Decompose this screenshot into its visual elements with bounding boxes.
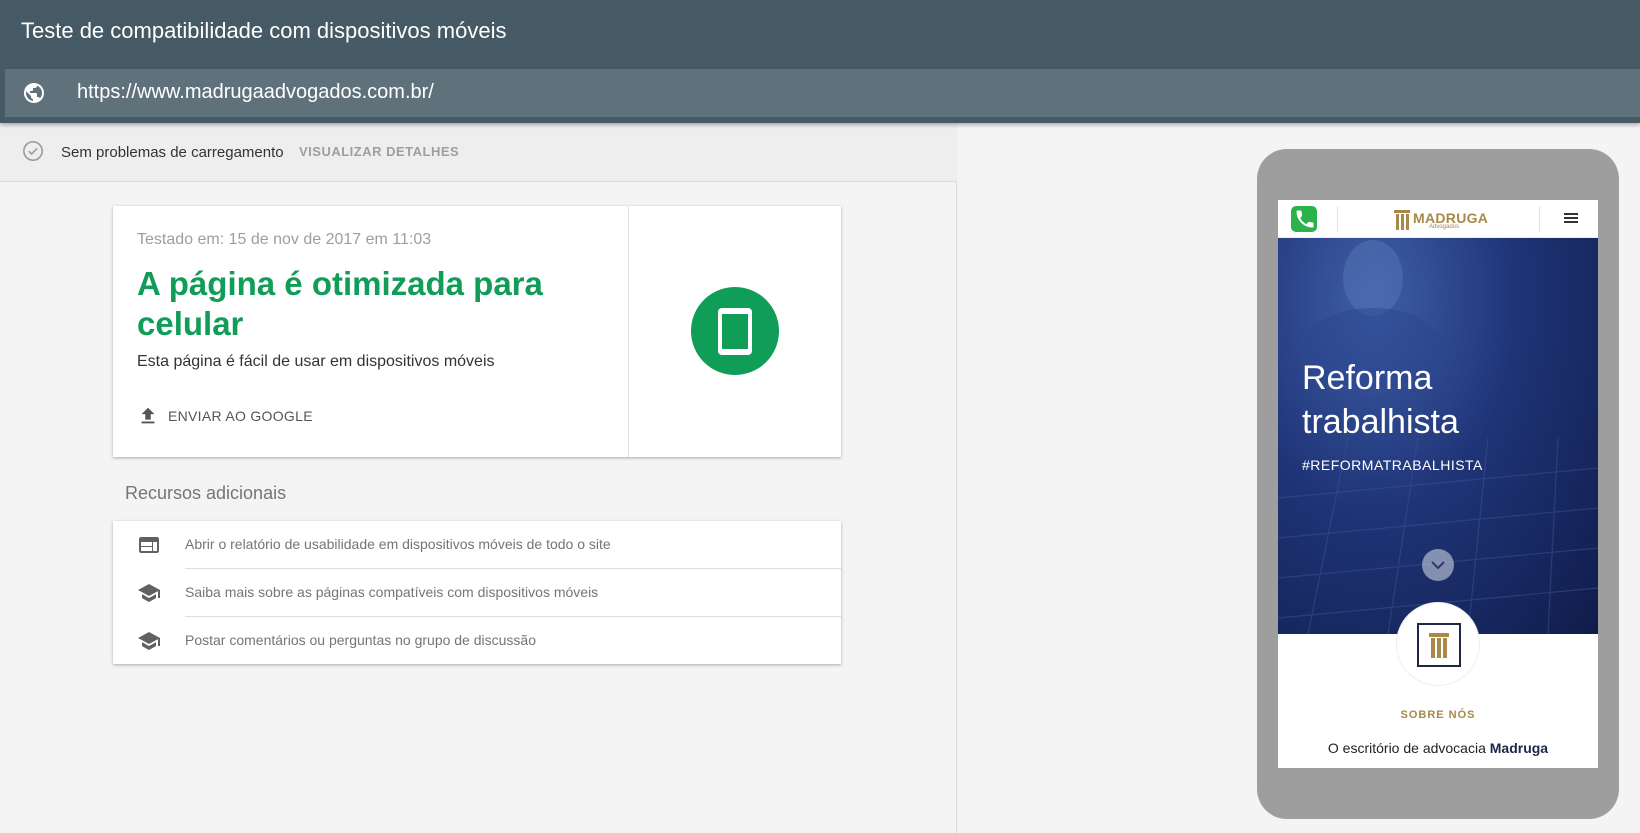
school-icon (138, 584, 160, 602)
about-text-prefix: O escritório de advocacia (1327, 740, 1490, 756)
chevron-down-icon (1431, 561, 1445, 570)
list-item[interactable]: Abrir o relatório de usabilidade em disp… (113, 521, 841, 569)
page-title: Teste de compatibilidade com dispositivo… (21, 18, 507, 43)
scroll-down-button[interactable] (1422, 549, 1454, 581)
resource-link[interactable]: Postar comentários ou perguntas no grupo… (185, 632, 536, 648)
view-details-link[interactable]: VISUALIZAR DETALHES (299, 144, 459, 159)
resources-list: Abrir o relatório de usabilidade em disp… (113, 521, 841, 664)
resource-link[interactable]: Saiba mais sobre as páginas compatíveis … (185, 584, 598, 600)
list-item[interactable]: Saiba mais sobre as páginas compatíveis … (113, 569, 841, 617)
result-card: Testado em: 15 de nov de 2017 em 11:03 A… (113, 206, 841, 457)
pillar-logo-icon (1417, 623, 1461, 667)
result-description: Esta página é fácil de usar em dispositi… (137, 353, 495, 370)
about-text-bold: Madruga (1489, 740, 1549, 756)
tested-on-date: Testado em: 15 de nov de 2017 em 11:03 (137, 231, 432, 248)
about-logo-badge (1396, 602, 1480, 686)
card-divider (628, 206, 629, 457)
pillar-logo-icon (1394, 210, 1410, 230)
divider (1337, 206, 1338, 232)
site-call-button[interactable] (1291, 206, 1317, 232)
divider (1539, 206, 1540, 232)
hero-hashtag: #REFORMATRABALHISTA (1302, 457, 1483, 473)
url-text[interactable]: https://www.madrugaadvogados.com.br/ (77, 81, 434, 104)
phone-icon (1296, 210, 1314, 228)
site-hero-banner: Reforma trabalhista #REFORMATRABALHISTA (1278, 238, 1598, 634)
site-logo[interactable]: MADRUGA Advogados (1393, 208, 1488, 232)
about-text: O escritório de advocacia Madruga (1278, 740, 1598, 756)
hero-title-line: trabalhista (1302, 403, 1459, 441)
hero-title-line: Reforma (1302, 359, 1433, 397)
app-header: Teste de compatibilidade com dispositivo… (0, 0, 1640, 123)
upload-icon (141, 407, 155, 424)
about-section-label: SOBRE NÓS (1400, 709, 1476, 721)
phone-preview-frame: MADRUGA Advogados Reforma trabalhista #R… (1257, 149, 1619, 819)
school-icon (138, 632, 160, 650)
send-to-google-button[interactable]: ENVIAR AO GOOGLE (137, 401, 313, 431)
globe-icon (24, 83, 44, 103)
web-icon (139, 537, 159, 553)
check-circle-icon (23, 141, 43, 161)
resource-link[interactable]: Abrir o relatório de usabilidade em disp… (185, 536, 611, 552)
site-navbar: MADRUGA Advogados (1278, 200, 1598, 238)
mobile-friendly-icon (691, 287, 779, 375)
list-item[interactable]: Postar comentários ou perguntas no grupo… (113, 617, 841, 665)
url-bar[interactable]: https://www.madrugaadvogados.com.br/ (5, 69, 1640, 117)
menu-icon[interactable] (1564, 212, 1578, 224)
hero-title: Reforma trabalhista (1302, 356, 1459, 444)
results-pane: Sem problemas de carregamento VISUALIZAR… (0, 123, 957, 833)
send-to-google-label: ENVIAR AO GOOGLE (168, 408, 313, 424)
status-text: Sem problemas de carregamento (61, 144, 284, 161)
phone-screen[interactable]: MADRUGA Advogados Reforma trabalhista #R… (1278, 200, 1598, 768)
status-bar: Sem problemas de carregamento VISUALIZAR… (0, 123, 957, 182)
result-title: A página é otimizada para celular (137, 265, 543, 342)
site-logo-subtitle: Advogados (1429, 224, 1460, 230)
resources-heading: Recursos adicionais (125, 483, 287, 503)
